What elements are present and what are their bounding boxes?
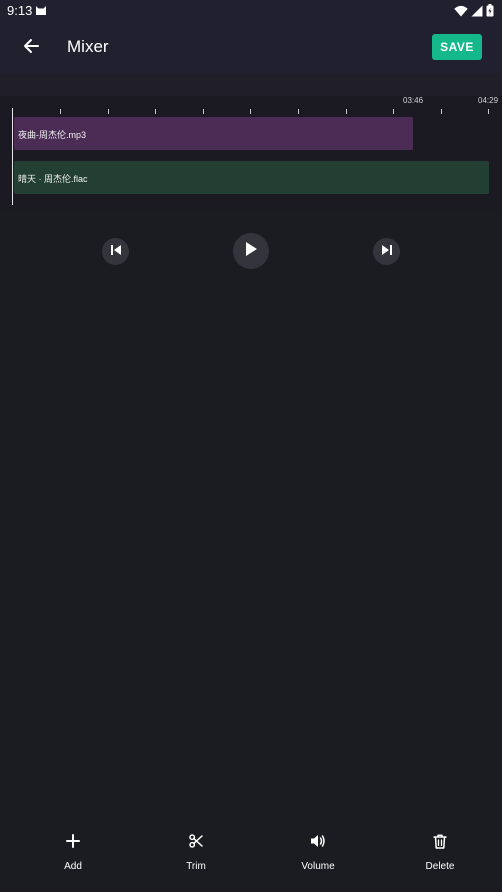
- playback-controls: [0, 232, 502, 272]
- timeline[interactable]: 03:46 04:29 夜曲-周杰伦.mp3 晴天 · 周杰伦.flac: [0, 96, 502, 210]
- ruler-tick: [488, 109, 489, 114]
- header-strip: [0, 74, 502, 96]
- back-button[interactable]: [16, 33, 46, 63]
- audio-track[interactable]: 晴天 · 周杰伦.flac: [14, 161, 489, 194]
- cat-icon: [35, 4, 47, 16]
- trim-label: Trim: [186, 861, 206, 872]
- ruler-tick: [393, 109, 394, 114]
- app-bar: Mixer SAVE: [0, 22, 502, 74]
- status-icons: [454, 4, 494, 20]
- skip-previous-icon: [110, 243, 122, 261]
- plus-icon: [61, 829, 85, 853]
- ruler-tick: [250, 109, 251, 114]
- time-ruler: 03:46 04:29: [0, 96, 502, 116]
- audio-track[interactable]: 夜曲-周杰伦.mp3: [14, 117, 413, 150]
- ruler-tick: [155, 109, 156, 114]
- bottom-toolbar: Add Trim Volume Delete: [0, 820, 502, 880]
- status-bar: 9:13: [0, 0, 502, 22]
- ruler-tick: [60, 109, 61, 114]
- delete-button[interactable]: Delete: [400, 820, 480, 876]
- ruler-tick: [108, 109, 109, 114]
- battery-icon: [486, 4, 494, 20]
- delete-label: Delete: [425, 861, 455, 872]
- add-label: Add: [64, 861, 82, 872]
- volume-button[interactable]: Volume: [278, 820, 358, 876]
- status-time: 9:13: [7, 3, 33, 18]
- save-button[interactable]: SAVE: [432, 34, 482, 60]
- ruler-marker: 04:29: [478, 96, 499, 105]
- volume-icon: [306, 829, 330, 853]
- play-button[interactable]: [233, 233, 269, 269]
- ruler-tick: [203, 109, 204, 114]
- page-title: Mixer: [67, 37, 109, 56]
- play-icon: [244, 241, 258, 262]
- ruler-tick: [298, 109, 299, 114]
- ruler-tick: [346, 109, 347, 114]
- arrow-back-icon: [23, 38, 39, 59]
- add-button[interactable]: Add: [33, 820, 113, 876]
- volume-label: Volume: [301, 861, 335, 872]
- scissors-icon: [184, 829, 208, 853]
- ruler-marker: 03:46: [403, 96, 424, 105]
- signal-icon: [471, 5, 483, 20]
- trim-button[interactable]: Trim: [156, 820, 236, 876]
- playhead[interactable]: [12, 108, 13, 205]
- skip-next-icon: [381, 243, 393, 261]
- ruler-tick: [441, 109, 442, 114]
- next-button[interactable]: [373, 238, 400, 265]
- previous-button[interactable]: [102, 238, 129, 265]
- trash-icon: [428, 829, 452, 853]
- wifi-icon: [454, 5, 468, 20]
